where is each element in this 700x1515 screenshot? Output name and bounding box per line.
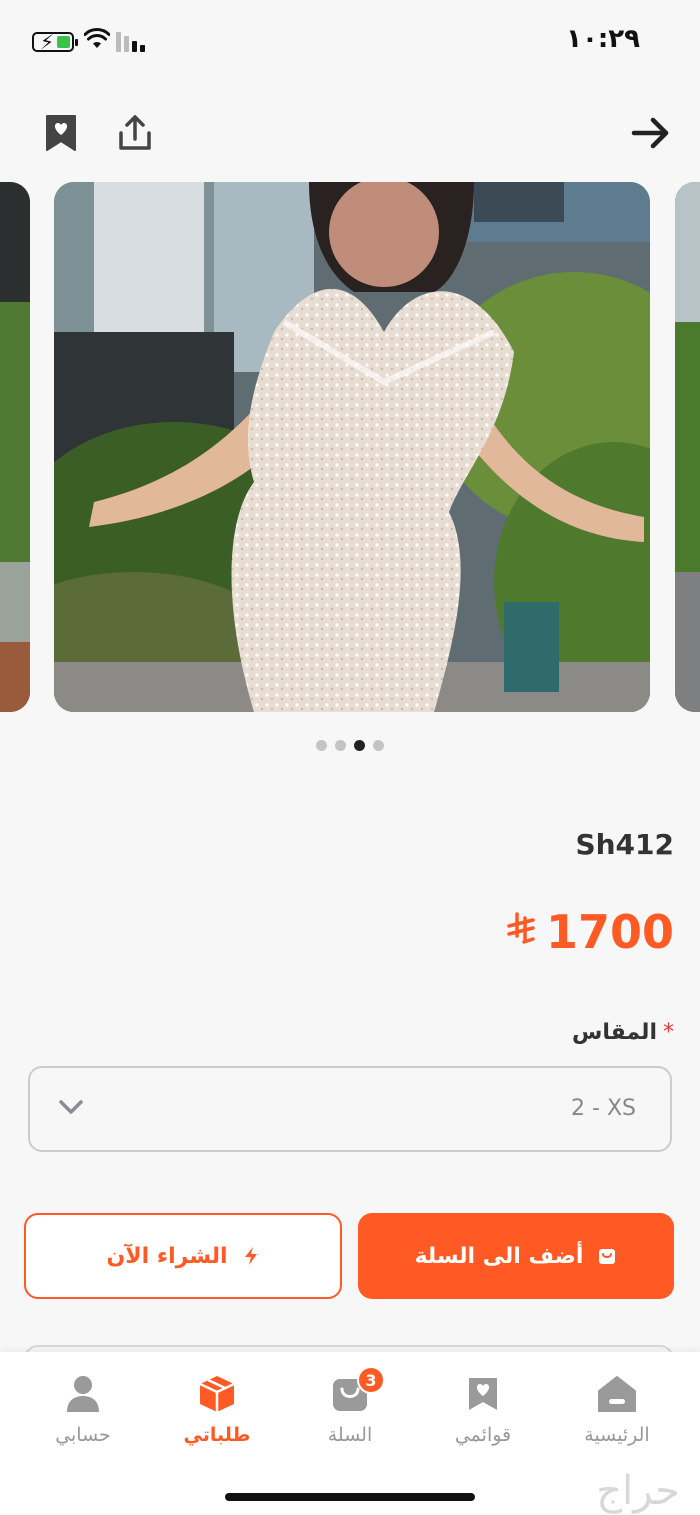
- bottom-tab-bar: حسابي طلباتي 3 السلة قوائمي الرئيسية: [0, 1352, 700, 1515]
- carousel-pagination: [0, 740, 700, 751]
- size-selected-value: 2 - XS: [571, 1096, 636, 1121]
- tab-label: طلباتي: [183, 1424, 251, 1446]
- size-select[interactable]: 2 - XS: [28, 1066, 672, 1152]
- signal-icon: [116, 32, 145, 52]
- price-value: 1700: [545, 905, 674, 959]
- product-image[interactable]: [54, 182, 650, 712]
- bookmark-button[interactable]: [36, 105, 86, 160]
- tab-label: حسابي: [55, 1424, 111, 1446]
- required-mark: *: [663, 1020, 674, 1045]
- next-image-peek[interactable]: [675, 182, 700, 712]
- chevron-down-icon: [59, 1100, 83, 1114]
- previous-image-peek[interactable]: [0, 182, 30, 712]
- bookmark-heart-icon: [46, 114, 76, 151]
- status-time: ١٠:٢٩: [566, 24, 640, 54]
- battery-icon: ⚡: [32, 30, 78, 54]
- home-indicator: [225, 1493, 475, 1501]
- product-image-carousel[interactable]: [0, 182, 700, 712]
- size-field-label: المقاس *: [572, 1020, 674, 1045]
- buy-now-label: الشراء الآن: [106, 1243, 228, 1269]
- product-code: Sh412: [575, 828, 674, 861]
- top-nav: [0, 105, 700, 160]
- tab-account[interactable]: حسابي: [28, 1374, 138, 1446]
- pagination-dot[interactable]: [316, 740, 327, 751]
- size-label: المقاس: [571, 1020, 657, 1045]
- tab-orders[interactable]: طلباتي: [162, 1374, 272, 1446]
- back-button[interactable]: [626, 105, 676, 160]
- tab-cart[interactable]: 3 السلة: [295, 1366, 405, 1446]
- tab-home[interactable]: الرئيسية: [562, 1374, 672, 1446]
- tab-label: قوائمي: [454, 1424, 512, 1446]
- share-button[interactable]: [110, 105, 160, 160]
- share-icon: [119, 114, 151, 150]
- tab-label: الرئيسية: [584, 1424, 650, 1446]
- status-bar: ⚡ ١٠:٢٩: [0, 0, 700, 80]
- watermark-logo: حراج: [596, 1468, 680, 1514]
- bag-icon: [599, 1249, 616, 1264]
- pagination-dot[interactable]: [335, 740, 346, 751]
- user-icon: [67, 1376, 99, 1412]
- riyal-icon: [506, 912, 536, 952]
- home-icon: [598, 1376, 636, 1412]
- bookmark-heart-icon: [469, 1378, 497, 1410]
- lightning-icon: [244, 1247, 257, 1265]
- arrow-right-icon: [631, 117, 669, 148]
- price: 1700: [506, 905, 674, 959]
- add-to-cart-button[interactable]: أضف الى السلة: [358, 1213, 674, 1299]
- cart-badge: 3: [357, 1366, 385, 1394]
- pagination-dot-active[interactable]: [354, 740, 365, 751]
- buy-now-button[interactable]: الشراء الآن: [24, 1213, 342, 1299]
- pagination-dot[interactable]: [373, 740, 384, 751]
- tab-label: السلة: [327, 1424, 373, 1446]
- add-to-cart-label: أضف الى السلة: [414, 1243, 584, 1269]
- box-icon: [199, 1376, 235, 1412]
- wifi-icon: [84, 28, 110, 48]
- tab-lists[interactable]: قوائمي: [428, 1374, 538, 1446]
